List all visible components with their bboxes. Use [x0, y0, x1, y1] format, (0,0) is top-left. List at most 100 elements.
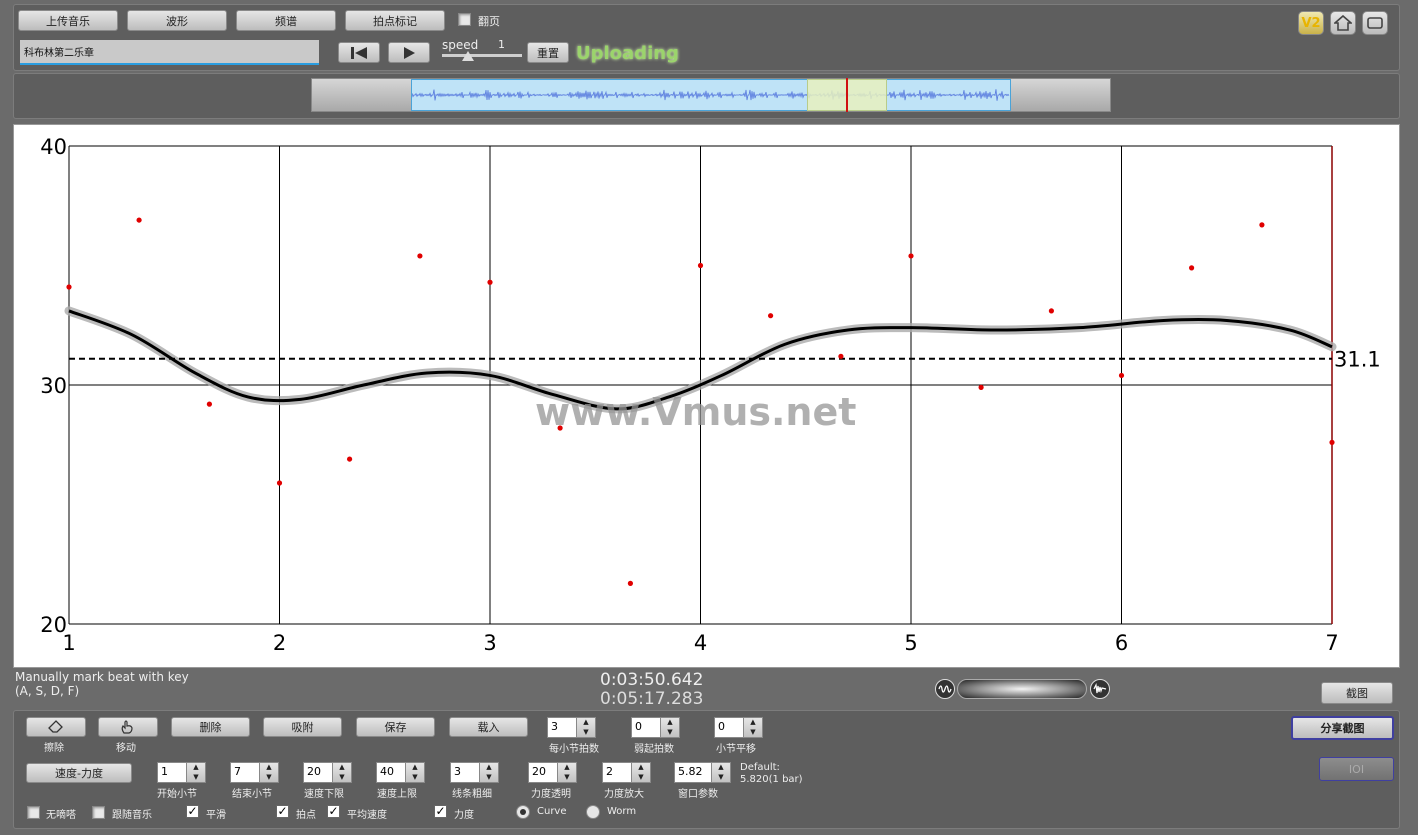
no-metronome-checkbox[interactable]	[27, 806, 40, 819]
speed-slider-thumb[interactable]	[462, 51, 474, 61]
playhead-marker[interactable]	[846, 78, 848, 112]
y-tick-label: 30	[40, 374, 67, 398]
dyn-opacity-value[interactable]: 20	[528, 762, 558, 783]
speed-slider[interactable]	[442, 54, 522, 57]
ioi-button[interactable]: IOI	[1319, 757, 1394, 781]
tempo-min-stepper[interactable]: 20 ▲ ▼	[303, 762, 352, 783]
x-tick-label: 2	[273, 631, 286, 655]
beats-label: 拍点	[296, 810, 316, 821]
beat-point	[1259, 222, 1265, 228]
beat-mark-button[interactable]: 拍点标记	[345, 10, 445, 31]
volume-slider[interactable]	[957, 679, 1087, 699]
play-icon	[404, 46, 415, 59]
beat-point	[417, 253, 423, 259]
total-time: 0:05:17.283	[600, 689, 704, 709]
beat-point	[697, 262, 704, 269]
spectrum-button[interactable]: 频谱	[236, 10, 336, 31]
follow-music-checkbox[interactable]	[92, 806, 105, 819]
dynamics-checkbox[interactable]: ✓	[434, 805, 447, 818]
move-tool-button[interactable]	[98, 717, 158, 737]
beat-point	[838, 353, 844, 359]
play-button[interactable]	[388, 42, 430, 63]
skip-to-start-button[interactable]	[338, 42, 380, 63]
hand-icon	[121, 720, 133, 734]
load-button[interactable]: 载入	[449, 717, 528, 737]
wave-dense-icon	[1093, 683, 1107, 694]
dyn-opacity-stepper[interactable]: 20 ▲ ▼	[528, 762, 577, 783]
beats-per-bar-stepper[interactable]: 3 ▲ ▼	[547, 717, 596, 738]
worm-radio[interactable]	[586, 805, 600, 819]
beat-point	[487, 279, 493, 285]
snap-button[interactable]: 吸附	[263, 717, 342, 737]
tempo-max-label: 速度上限	[377, 789, 417, 800]
watermark: www.Vmus.net	[535, 390, 857, 434]
version-v2-button[interactable]: V2	[1298, 11, 1324, 35]
tempo-dynamics-button[interactable]: 速度-力度	[26, 763, 132, 783]
track-title-field[interactable]: 科布林第二乐章	[20, 40, 319, 65]
average-tempo-label: 31.1	[1334, 348, 1381, 372]
upload-music-button[interactable]: 上传音乐	[18, 10, 118, 31]
pickup-value[interactable]: 0	[631, 717, 661, 738]
skip-start-icon	[351, 46, 367, 59]
erase-tool-button[interactable]	[26, 717, 86, 737]
bar-shift-label: 小节平移	[716, 744, 756, 755]
tempo-min-label: 速度下限	[304, 789, 344, 800]
v2-badge: V2	[1301, 15, 1321, 31]
eraser-icon	[48, 720, 63, 733]
beat-point	[346, 456, 353, 462]
beats-per-bar-value[interactable]: 3	[547, 717, 577, 738]
pickup-label: 弱起拍数	[634, 744, 674, 755]
beat-point	[1118, 372, 1125, 379]
tempo-max-value[interactable]: 40	[376, 762, 406, 783]
delete-button[interactable]: 删除	[171, 717, 250, 737]
line-width-value[interactable]: 3	[450, 762, 480, 783]
tempo-max-stepper[interactable]: 40 ▲ ▼	[376, 762, 425, 783]
dyn-opacity-label: 力度透明	[531, 789, 571, 800]
flip-page-checkbox[interactable]	[458, 13, 471, 26]
end-bar-value[interactable]: 7	[230, 762, 260, 783]
avg-tempo-checkbox[interactable]: ✓	[327, 805, 340, 818]
overview-waveform	[412, 89, 1010, 101]
dyn-zoom-value[interactable]: 2	[602, 762, 632, 783]
x-tick-label: 7	[1325, 631, 1338, 655]
beat-point	[767, 313, 774, 319]
smooth-label: 平滑	[206, 810, 226, 821]
dyn-zoom-stepper[interactable]: 2 ▲ ▼	[602, 762, 651, 783]
line-width-label: 线条粗细	[452, 789, 492, 800]
waveform-zoom-in-button[interactable]	[1090, 679, 1110, 699]
y-tick-label: 20	[40, 613, 67, 637]
default-line-1: Default:	[740, 762, 780, 773]
beats-checkbox[interactable]: ✓	[276, 805, 289, 818]
start-bar-stepper[interactable]: 1 ▲ ▼	[157, 762, 206, 783]
line-width-stepper[interactable]: 3 ▲ ▼	[450, 762, 499, 783]
tempo-min-value[interactable]: 20	[303, 762, 333, 783]
waveform-zoom-out-button[interactable]	[935, 679, 955, 699]
bar-shift-value[interactable]: 0	[714, 717, 744, 738]
curve-radio[interactable]	[516, 805, 530, 819]
fullscreen-button[interactable]	[1362, 11, 1388, 35]
beat-point	[978, 384, 984, 390]
start-bar-value[interactable]: 1	[157, 762, 187, 783]
bar-shift-stepper[interactable]: 0 ▲ ▼	[714, 717, 763, 738]
dynamics-label: 力度	[454, 810, 474, 821]
current-time: 0:03:50.642	[600, 670, 704, 690]
beat-point	[1048, 308, 1055, 314]
hint-line-1: Manually mark beat with key	[15, 670, 189, 684]
smooth-checkbox[interactable]: ✓	[186, 805, 199, 818]
share-screenshot-button[interactable]: 分享截图	[1291, 716, 1394, 740]
pickup-stepper[interactable]: 0 ▲ ▼	[631, 717, 680, 738]
screenshot-button[interactable]: 截图	[1321, 682, 1393, 704]
no-metronome-label: 无嘀嗒	[46, 810, 76, 821]
curve-radio-dot	[520, 809, 526, 815]
window-stepper[interactable]: 5.82 ▲ ▼	[674, 762, 731, 783]
end-bar-stepper[interactable]: 7 ▲ ▼	[230, 762, 279, 783]
save-button[interactable]: 保存	[356, 717, 435, 737]
window-value[interactable]: 5.82	[674, 762, 712, 783]
waveform-button[interactable]: 波形	[127, 10, 227, 31]
wave-icon	[938, 685, 952, 693]
beat-point	[276, 480, 283, 486]
move-label: 移动	[116, 743, 136, 754]
follow-music-label: 跟随音乐	[112, 810, 152, 821]
home-button[interactable]	[1330, 11, 1356, 35]
reset-button[interactable]: 重置	[527, 42, 569, 63]
